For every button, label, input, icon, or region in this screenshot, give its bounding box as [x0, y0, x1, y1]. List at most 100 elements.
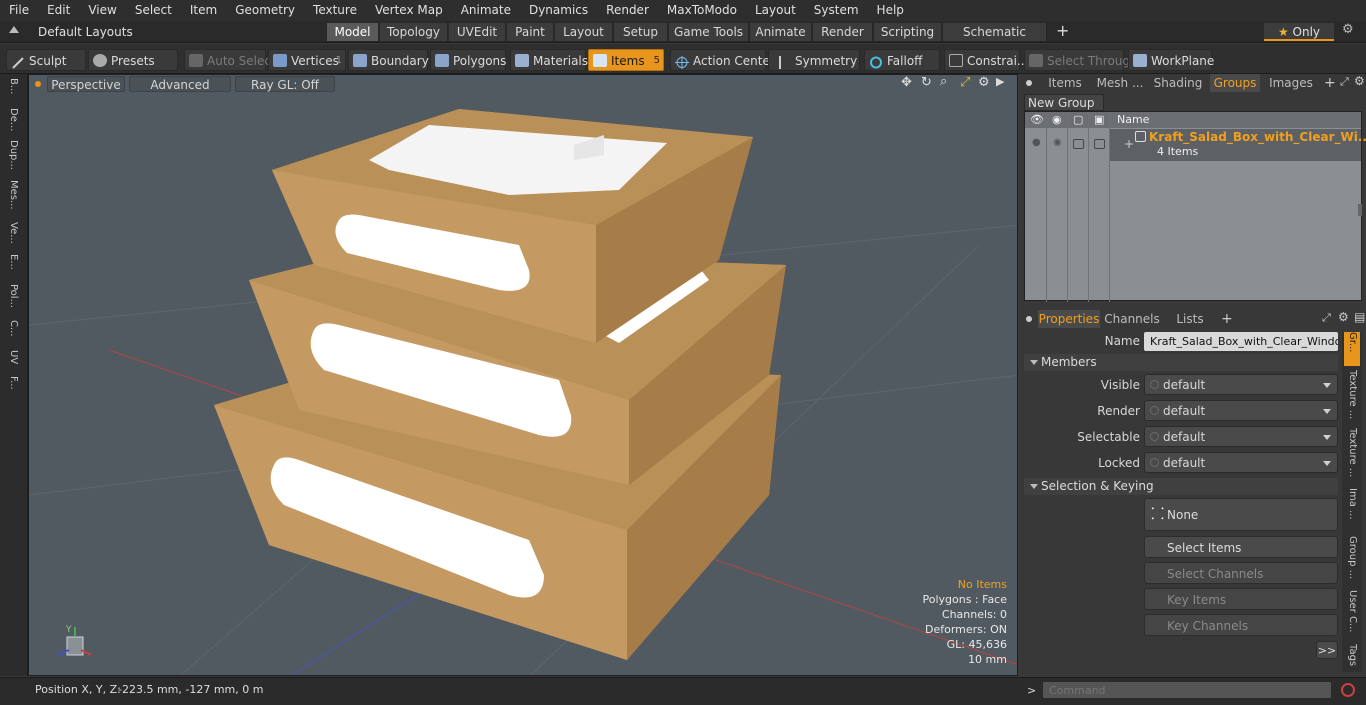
menu-edit[interactable]: Edit: [38, 0, 79, 21]
expand-panel-icon[interactable]: ⤢: [1340, 75, 1349, 89]
add-tab-icon[interactable]: +: [1056, 22, 1069, 40]
group-item-name[interactable]: Kraft_Salad_Box_with_Clear_Wi...: [1149, 130, 1366, 144]
left-tab-vertex[interactable]: Ve...: [4, 222, 22, 250]
viewport-expand-icon[interactable]: ▶: [996, 75, 1004, 88]
items-button[interactable]: Items 5: [588, 49, 664, 71]
workplane-button[interactable]: WorkPlane: [1128, 49, 1214, 71]
side-tab-tags[interactable]: Tags: [1344, 644, 1360, 670]
left-tab-uv[interactable]: UV: [4, 350, 22, 374]
select-items-button[interactable]: Select Items: [1144, 536, 1338, 558]
group-list-scrollbar[interactable]: [1358, 204, 1362, 216]
vertices-button[interactable]: Vertices 1: [268, 49, 346, 71]
tab-channels[interactable]: Channels: [1104, 310, 1160, 328]
tab-shading[interactable]: Shading: [1150, 74, 1206, 92]
row-lock-checkbox[interactable]: [1094, 139, 1105, 149]
add-panel-tab-icon[interactable]: +: [1324, 74, 1336, 92]
menu-select[interactable]: Select: [126, 0, 181, 21]
selection-keying-section[interactable]: Selection & Keying: [1024, 478, 1338, 495]
tab-groups[interactable]: Groups: [1210, 74, 1260, 92]
move-view-icon[interactable]: ✥: [901, 75, 912, 90]
falloff-button[interactable]: Falloff: [864, 49, 940, 71]
menu-file[interactable]: File: [0, 0, 38, 21]
menu-item[interactable]: Item: [181, 0, 226, 21]
presets-button[interactable]: Presets: [88, 49, 178, 71]
left-tab-polygon[interactable]: Pol...: [4, 284, 22, 314]
select-through-button[interactable]: Select Through: [1024, 49, 1138, 71]
row-eye-icon[interactable]: ●: [1032, 137, 1041, 148]
tab-model[interactable]: Model: [327, 23, 379, 41]
menu-layout[interactable]: Layout: [746, 0, 805, 21]
fit-view-icon[interactable]: ⤢: [960, 75, 970, 90]
action-center-button[interactable]: Action Center: [670, 49, 775, 71]
boundary-button[interactable]: Boundary: [348, 49, 429, 71]
menu-maxtomodo[interactable]: MaxToModo: [658, 0, 746, 21]
raygl-dropdown[interactable]: Ray GL: Off: [235, 76, 335, 92]
selectable-dropdown[interactable]: default: [1144, 426, 1338, 447]
tab-animate[interactable]: Animate: [750, 23, 812, 41]
tab-layout[interactable]: Layout: [555, 23, 613, 41]
tab-properties[interactable]: Properties: [1038, 310, 1100, 328]
tab-lists[interactable]: Lists: [1164, 310, 1216, 328]
tab-paint[interactable]: Paint: [507, 23, 554, 41]
menu-animate[interactable]: Animate: [452, 0, 520, 21]
add-props-tab-icon[interactable]: +: [1221, 310, 1233, 328]
members-section[interactable]: Members: [1024, 354, 1338, 371]
record-icon[interactable]: [1341, 683, 1355, 697]
side-tab-texture-1[interactable]: Texture ...: [1344, 370, 1360, 422]
tab-mesh[interactable]: Mesh ...: [1094, 74, 1146, 92]
side-tab-image[interactable]: Ima ...: [1344, 488, 1360, 532]
advanced-dropdown[interactable]: Advanced: [129, 76, 231, 92]
viewport-options-dot-icon[interactable]: [35, 81, 41, 87]
expand-plus-icon[interactable]: +: [1124, 137, 1134, 151]
tab-game-tools[interactable]: Game Tools: [669, 23, 749, 41]
expand-props-icon[interactable]: ⤢: [1322, 311, 1331, 325]
materials-button[interactable]: Materials: [510, 49, 588, 71]
tab-items[interactable]: Items: [1040, 74, 1090, 92]
menu-system[interactable]: System: [805, 0, 868, 21]
3d-viewport[interactable]: Y Perspective Advanced Ray GL: Off ✥ ↻ ⌕…: [28, 74, 1018, 676]
rotate-view-icon[interactable]: ↻: [921, 75, 932, 90]
sculpt-button[interactable]: Sculpt: [6, 49, 86, 71]
menu-geometry[interactable]: Geometry: [226, 0, 304, 21]
panel-gear-icon[interactable]: ⚙: [1354, 74, 1365, 88]
visible-dropdown[interactable]: default: [1144, 374, 1338, 395]
props-gear-icon[interactable]: ⚙: [1338, 310, 1349, 324]
layout-pin-icon[interactable]: [8, 25, 20, 37]
menu-dynamics[interactable]: Dynamics: [520, 0, 597, 21]
left-tab-duplicate[interactable]: Dup...: [4, 140, 22, 176]
props-options-dot-icon[interactable]: [1026, 316, 1032, 322]
tab-scripting[interactable]: Scripting: [874, 23, 942, 41]
group-list[interactable]: 👁 ◉ ▢ ▣ Name ● ◉ + Kraft_Salad_Box_with_…: [1024, 111, 1366, 302]
gear-icon[interactable]: ⚙: [1342, 22, 1354, 37]
menu-vertex-map[interactable]: Vertex Map: [366, 0, 452, 21]
lock-cube-icon[interactable]: ▣: [1094, 113, 1104, 126]
zoom-view-icon[interactable]: ⌕: [940, 75, 947, 89]
key-items-button[interactable]: Key Items: [1144, 588, 1338, 610]
side-tab-group-2[interactable]: Group ...: [1344, 536, 1360, 586]
side-tab-group[interactable]: Gr...: [1344, 332, 1360, 366]
select-channels-button[interactable]: Select Channels: [1144, 562, 1338, 584]
command-input[interactable]: [1042, 681, 1332, 699]
name-header[interactable]: Name: [1117, 113, 1149, 126]
constraints-button[interactable]: Constrai...: [944, 49, 1028, 71]
panel-options-dot-icon[interactable]: [1026, 80, 1032, 86]
locked-dropdown[interactable]: default: [1144, 452, 1338, 473]
tab-images[interactable]: Images: [1264, 74, 1318, 92]
render-icon[interactable]: ◉: [1052, 113, 1062, 126]
left-tab-deform[interactable]: De...: [4, 108, 22, 138]
render-dropdown[interactable]: default: [1144, 400, 1338, 421]
left-tab-basic[interactable]: B...: [4, 78, 22, 108]
only-toggle[interactable]: ★ Only: [1264, 23, 1334, 41]
props-menu-icon[interactable]: ▤: [1354, 310, 1365, 324]
viewport-gear-icon[interactable]: ⚙: [978, 75, 990, 90]
row-render-icon[interactable]: ◉: [1053, 137, 1062, 148]
tab-schematic-fusion[interactable]: Schematic Fusion: [943, 23, 1047, 57]
select-cube-icon[interactable]: ▢: [1073, 113, 1083, 126]
menu-view[interactable]: View: [79, 0, 125, 21]
row-select-checkbox[interactable]: [1073, 139, 1084, 149]
name-field[interactable]: Kraft_Salad_Box_with_Clear_Window: [1144, 332, 1338, 351]
side-tab-user-channels[interactable]: User C...: [1344, 590, 1360, 642]
eye-icon[interactable]: 👁: [1030, 113, 1044, 126]
perspective-dropdown[interactable]: Perspective: [47, 76, 125, 92]
tab-uvedit[interactable]: UVEdit: [449, 23, 506, 41]
